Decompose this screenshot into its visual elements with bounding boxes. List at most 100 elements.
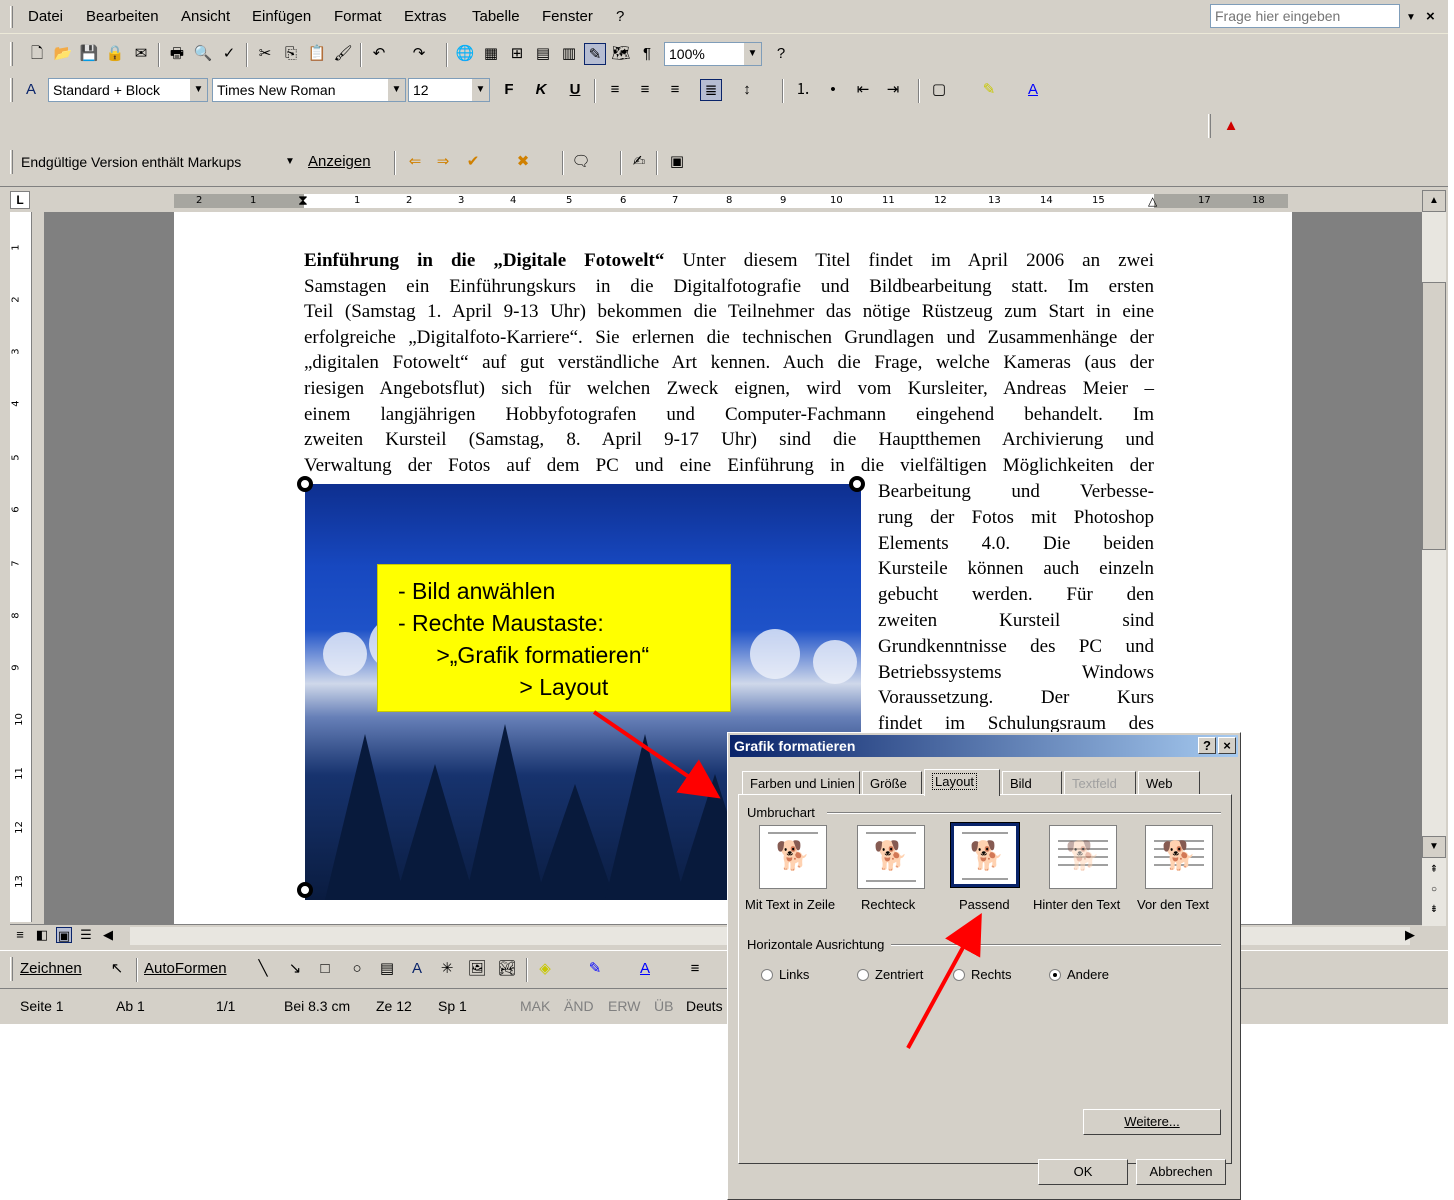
wrap-tight-label[interactable]: Passend xyxy=(959,897,1010,912)
chevron-down-icon[interactable]: ▼ xyxy=(743,43,761,65)
ask-question-input[interactable] xyxy=(1210,4,1400,28)
align-left-icon[interactable]: ≡ xyxy=(604,79,626,101)
bold-button[interactable]: F xyxy=(498,79,520,101)
ok-button[interactable]: OK xyxy=(1038,1159,1128,1185)
help-button[interactable]: ? xyxy=(1198,737,1216,754)
align-right-icon[interactable]: ≡ xyxy=(664,79,686,101)
scroll-thumb[interactable] xyxy=(1422,282,1446,550)
vertical-ruler[interactable]: 1 2 3 4 5 6 7 8 9 10 11 12 13 xyxy=(10,212,32,922)
insert-excel-icon[interactable]: ▤ xyxy=(532,43,554,65)
more-button[interactable]: Weitere... xyxy=(1083,1109,1221,1135)
decrease-indent-icon[interactable]: ⇤ xyxy=(852,79,874,101)
status-macro[interactable]: MAK xyxy=(520,998,550,1014)
menu-bearbeiten[interactable]: Bearbeiten xyxy=(86,8,159,25)
menu-fenster[interactable]: Fenster xyxy=(542,8,593,25)
insert-table-icon[interactable]: ⊞ xyxy=(506,43,528,65)
close-button[interactable]: × xyxy=(1218,737,1236,754)
status-overtype[interactable]: ÜB xyxy=(654,998,673,1014)
save-icon[interactable]: 💾 xyxy=(78,43,100,65)
font-combo[interactable]: Times New Roman ▼ xyxy=(212,78,406,102)
wrap-front-option[interactable]: 🐕 xyxy=(1145,825,1213,889)
chevron-down-icon[interactable]: ▼ xyxy=(471,79,489,101)
resize-handle-top-left[interactable] xyxy=(297,476,313,492)
wrap-behind-option[interactable]: 🐕 xyxy=(1049,825,1117,889)
draw-menu-button[interactable]: Zeichnen xyxy=(20,958,100,980)
new-comment-icon[interactable]: 🗨 xyxy=(570,151,592,173)
toolbar-grip[interactable] xyxy=(10,42,13,66)
scroll-down-icon[interactable]: ▼ xyxy=(1422,836,1446,858)
drawing-font-color-icon[interactable]: A xyxy=(634,958,656,980)
justify-icon[interactable]: ≣ xyxy=(700,79,722,101)
tab-layout[interactable]: Layout xyxy=(924,769,1000,796)
wrap-square-option[interactable]: 🐕 xyxy=(857,825,925,889)
diagram-icon[interactable]: ✳ xyxy=(436,958,458,980)
print-icon[interactable]: 🖶 xyxy=(166,43,188,65)
resize-handle-bottom-left[interactable] xyxy=(297,882,313,898)
chevron-down-icon[interactable]: ▼ xyxy=(189,79,207,101)
italic-button[interactable]: K xyxy=(530,79,552,101)
scroll-left-icon[interactable]: ◀ xyxy=(100,927,116,943)
pdf-icon[interactable]: ▲ xyxy=(1220,115,1242,137)
dialog-titlebar[interactable]: Grafik formatieren ? × xyxy=(730,735,1238,757)
line-tool-icon[interactable]: ╲ xyxy=(252,958,274,980)
show-menu-button[interactable]: Anzeigen xyxy=(308,151,388,173)
redo-icon[interactable]: ↷ xyxy=(408,43,430,65)
print-preview-icon[interactable]: 🔍 xyxy=(192,43,214,65)
wrap-behind-label[interactable]: Hinter den Text xyxy=(1033,897,1120,912)
tab-size[interactable]: Größe xyxy=(862,771,922,795)
align-center-radio[interactable]: Zentriert xyxy=(857,967,923,982)
print-layout-icon[interactable]: ▣ xyxy=(56,927,72,943)
style-combo[interactable]: Standard + Block ▼ xyxy=(48,78,208,102)
align-other-radio[interactable]: Andere xyxy=(1049,967,1109,982)
tab-stop-selector[interactable]: L xyxy=(10,191,30,209)
spellcheck-icon[interactable]: ✓ xyxy=(218,43,240,65)
menu-datei[interactable]: Datei xyxy=(28,8,63,25)
wrap-square-label[interactable]: Rechteck xyxy=(861,897,915,912)
menu-format[interactable]: Format xyxy=(334,8,382,25)
status-extend[interactable]: ERW xyxy=(608,998,640,1014)
line-spacing-icon[interactable]: ↕ xyxy=(736,79,758,101)
resize-handle-top-right[interactable] xyxy=(849,476,865,492)
toolbar-grip[interactable] xyxy=(10,957,13,981)
clipart-icon[interactable]: 🖼 xyxy=(466,958,488,980)
tab-colors-lines[interactable]: Farben und Linien xyxy=(742,771,860,795)
drawing-icon[interactable]: ✎ xyxy=(584,43,606,65)
horizontal-ruler[interactable]: 2 1 1 2 3 4 5 6 7 8 9 10 11 12 13 14 15 … xyxy=(174,194,1288,208)
indent-marker-icon[interactable]: ⧗ xyxy=(298,194,308,208)
fill-color-icon[interactable]: ◈ xyxy=(534,958,556,980)
columns-icon[interactable]: ▥ xyxy=(558,43,580,65)
ask-dropdown-icon[interactable]: ▼ xyxy=(1406,12,1416,23)
wrap-front-label[interactable]: Vor den Text xyxy=(1137,897,1209,912)
align-left-radio[interactable]: Links xyxy=(761,967,809,982)
border-icon[interactable]: ▢ xyxy=(928,79,950,101)
cut-icon[interactable]: ✂ xyxy=(254,43,276,65)
chevron-down-icon[interactable]: ▼ xyxy=(281,151,299,173)
copy-icon[interactable]: ⎘ xyxy=(280,43,302,65)
select-objects-icon[interactable]: ↖ xyxy=(106,958,128,980)
status-track[interactable]: ÄND xyxy=(564,998,594,1014)
underline-button[interactable]: U xyxy=(564,79,586,101)
oval-tool-icon[interactable]: ○ xyxy=(346,958,368,980)
tab-picture[interactable]: Bild xyxy=(1002,771,1062,795)
previous-page-icon[interactable]: ⇞ xyxy=(1422,860,1446,882)
arrow-tool-icon[interactable]: ↘ xyxy=(284,958,306,980)
zoom-combo[interactable]: 100% ▼ xyxy=(664,42,762,66)
next-change-icon[interactable]: ⇒ xyxy=(432,151,454,173)
tab-web[interactable]: Web xyxy=(1138,771,1200,795)
undo-icon[interactable]: ↶ xyxy=(368,43,390,65)
paste-icon[interactable]: 📋 xyxy=(306,43,328,65)
wrap-tight-option[interactable]: 🐕 xyxy=(950,822,1020,888)
outline-view-icon[interactable]: ☰ xyxy=(78,927,94,943)
email-icon[interactable]: ✉ xyxy=(130,43,152,65)
menu-einfuegen[interactable]: Einfügen xyxy=(252,8,311,25)
next-page-icon[interactable]: ⇟ xyxy=(1422,900,1446,922)
rectangle-tool-icon[interactable]: □ xyxy=(314,958,336,980)
reviewing-pane-icon[interactable]: ▣ xyxy=(666,151,688,173)
increase-indent-icon[interactable]: ⇥ xyxy=(882,79,904,101)
line-color-icon[interactable]: ✎ xyxy=(584,958,606,980)
bullets-icon[interactable]: • xyxy=(822,79,844,101)
chevron-down-icon[interactable]: ▼ xyxy=(387,79,405,101)
vertical-scrollbar[interactable]: ▲ ▼ ⇞ ○ ⇟ xyxy=(1422,190,1446,926)
numbering-icon[interactable]: ⒈ xyxy=(792,79,814,101)
previous-change-icon[interactable]: ⇐ xyxy=(404,151,426,173)
